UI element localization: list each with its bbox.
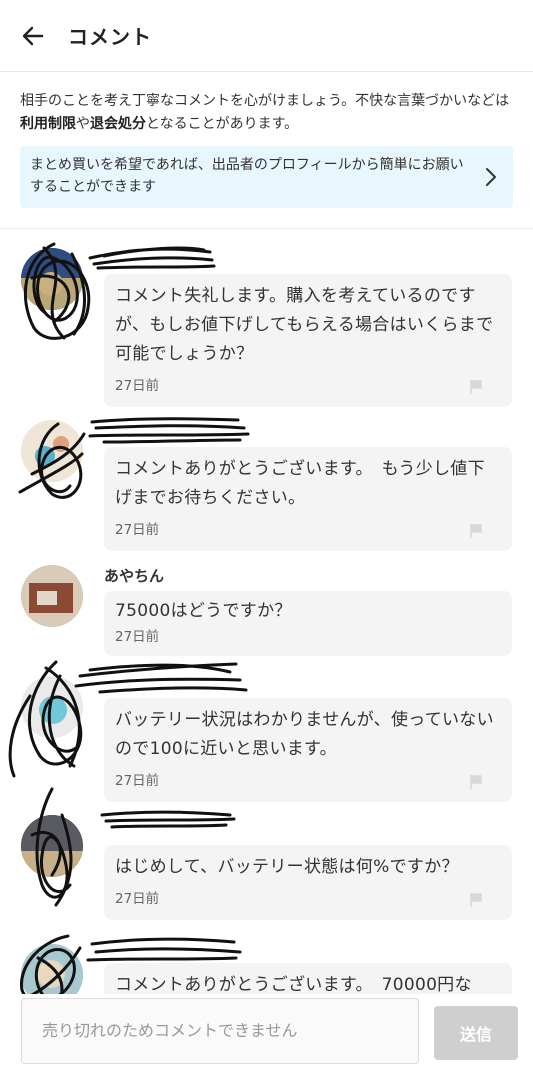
comment-input[interactable]: 売り切れのためコメントできません [21,998,419,1064]
avatar-image [21,420,83,482]
comment-text: バッテリー状況はわかりませんが、使っていないので100に近いと思います。 [115,710,494,759]
term-usage-restriction: 利用制限 [20,116,76,132]
avatar[interactable] [21,420,83,482]
comment-time: 27日前 [115,629,160,645]
comment-item: バッテリー状況はわかりませんが、使っていないので100に近いと思います。 27日… [0,660,533,805]
comment-item: あやちん 75000はどうですか？ 27日前 [0,565,533,660]
avatar-image [21,815,83,877]
comment-bubble: コメントありがとうございます。 もう少し値下げまでお待ちください。 27日前 [104,447,512,551]
back-button[interactable] [20,23,46,49]
comment-composer: 売り切れのためコメントできません 送信 [0,994,533,1080]
comment-item: コメントありがとうございます。 もう少し値下げまでお待ちください。 27日前 [0,417,533,555]
avatar-image [21,676,83,738]
comment-guidelines: 相手のことを考え丁寧なコメントを心がけましょう。不快な言葉づかいなどは利用制限や… [0,72,533,229]
comment-username[interactable]: あやちん [104,565,164,586]
header-bar: コメント [0,0,533,72]
comment-text: コメント失礼します。購入を考えているのですが、もしお値下げしてもらえる場合はいく… [115,286,494,364]
guidelines-text-part2: や [76,116,90,132]
avatar-image [21,565,83,627]
guidelines-text-part1: 相手のことを考え丁寧なコメントを心がけましょう。不快な言葉づかいなどは [20,93,510,109]
flag-icon[interactable] [468,892,484,908]
avatar[interactable] [21,944,83,994]
comment-text: コメントありがとうございます。 もう少し値下げまでお待ちください。 [115,459,485,508]
comment-item: はじめして、バッテリー状態は何%ですか？ 27日前 [0,787,533,930]
comment-item: コメント失礼します。購入を考えているのですが、もしお値下げしてもらえる場合はいく… [0,242,533,410]
page-title: コメント [68,25,152,49]
chevron-right-icon [486,168,496,186]
avatar[interactable] [21,815,83,877]
comment-time: 27日前 [115,891,160,907]
avatar[interactable] [21,676,83,738]
comment-text: 75000はどうですか？ [115,601,292,621]
comment-time: 27日前 [115,773,160,789]
comment-bubble: バッテリー状況はわかりませんが、使っていないので100に近いと思います。 27日… [104,698,512,802]
bulk-purchase-text: まとめ買いを希望であれば、出品者のプロフィールから簡単にお願いすることができます [30,157,464,195]
comment-bubble: コメントありがとうございます。 70000円な [104,963,512,994]
arrow-left-icon [22,26,44,45]
comment-text: はじめして、バッテリー状態は何%ですか？ [115,857,459,877]
comment-bubble: コメント失礼します。購入を考えているのですが、もしお値下げしてもらえる場合はいく… [104,274,512,407]
avatar-image [21,248,83,310]
avatar[interactable] [21,565,83,627]
guidelines-text-part3: となることがあります。 [146,116,299,132]
comment-text: コメントありがとうございます。 70000円な [115,975,472,994]
comment-list[interactable]: コメント失礼します。購入を考えているのですが、もしお値下げしてもらえる場合はいく… [0,232,533,994]
avatar[interactable] [21,248,83,310]
flag-icon[interactable] [468,523,484,539]
comment-bubble: 75000はどうですか？ 27日前 [104,591,512,656]
comment-item: コメントありがとうございます。 70000円な [0,934,533,994]
send-button[interactable]: 送信 [434,1006,518,1060]
bulk-purchase-banner[interactable]: まとめ買いを希望であれば、出品者のプロフィールから簡単にお願いすることができます [20,146,513,208]
avatar-image [21,944,83,994]
flag-icon[interactable] [468,774,484,790]
comment-bubble: はじめして、バッテリー状態は何%ですか？ 27日前 [104,845,512,920]
term-account-suspension: 退会処分 [90,116,146,132]
comment-time: 27日前 [115,522,160,538]
comment-time: 27日前 [115,378,160,394]
guidelines-text: 相手のことを考え丁寧なコメントを心がけましょう。不快な言葉づかいなどは利用制限や… [20,90,513,136]
flag-icon[interactable] [468,379,484,395]
